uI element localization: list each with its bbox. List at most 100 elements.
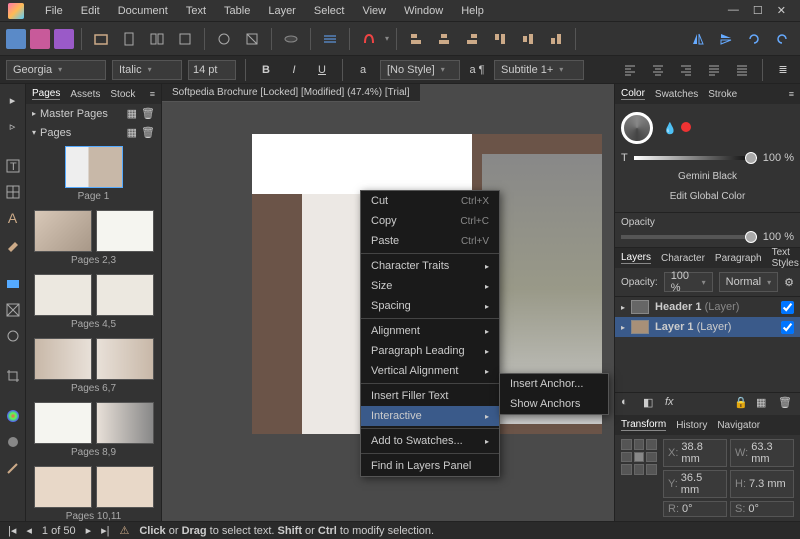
eyedropper-icon[interactable]: 💧 <box>663 122 677 135</box>
text-align-right-icon[interactable] <box>675 59 697 81</box>
open-file-icon[interactable] <box>89 27 113 51</box>
panel-menu-icon[interactable]: ≡ <box>150 89 155 99</box>
preflight-warning-icon[interactable]: ⚠ <box>119 524 129 537</box>
cm-paste[interactable]: PasteCtrl+V <box>361 231 499 251</box>
delete-master-icon[interactable]: 🗑 <box>141 107 155 120</box>
para-style-icon[interactable]: a ¶ <box>466 59 488 81</box>
cm-paragraph-leading[interactable]: Paragraph Leading▸ <box>361 341 499 361</box>
font-family-dropdown[interactable]: Georgia▾ <box>6 60 106 80</box>
list-bullet-icon[interactable]: ≣ <box>772 59 794 81</box>
tab-stock[interactable]: Stock <box>110 89 135 100</box>
page-thumb-5[interactable] <box>96 274 154 316</box>
cm-vertical-alignment[interactable]: Vertical Alignment▸ <box>361 361 499 381</box>
prev-page-icon[interactable]: |◂ <box>8 524 16 537</box>
master-pages-row[interactable]: ▸Master Pages ▦ 🗑 <box>26 104 161 123</box>
align-middle-icon[interactable] <box>516 27 540 51</box>
delete-page-icon[interactable]: 🗑 <box>141 126 155 139</box>
cm-cut[interactable]: CutCtrl+X <box>361 191 499 211</box>
layer-settings-icon[interactable]: ⚙ <box>784 276 794 289</box>
align-right-icon[interactable] <box>460 27 484 51</box>
pen-tool-icon[interactable] <box>3 234 23 254</box>
flip-v-icon[interactable] <box>714 27 738 51</box>
tab-color[interactable]: Color <box>621 88 645 100</box>
page-thumb-2[interactable] <box>34 210 92 252</box>
transform-s-input[interactable]: S:0° <box>730 501 794 517</box>
fill-tool-icon[interactable] <box>3 406 23 426</box>
page-thumb-3[interactable] <box>96 210 154 252</box>
menu-document[interactable]: Document <box>109 2 177 20</box>
move-tool-icon[interactable]: ▸ <box>3 90 23 110</box>
page-thumb-9[interactable] <box>96 402 154 444</box>
rotate-ccw-icon[interactable] <box>742 27 766 51</box>
font-size-input[interactable]: 14 pt <box>188 60 236 80</box>
cm-add-to-swatches[interactable]: Add to Swatches...▸ <box>361 431 499 451</box>
font-style-dropdown[interactable]: Italic▾ <box>112 60 182 80</box>
artistic-text-tool-icon[interactable]: A <box>3 208 23 228</box>
transform-w-input[interactable]: W:63.3 mm <box>730 439 794 467</box>
table-tool-icon[interactable] <box>3 182 23 202</box>
menu-edit[interactable]: Edit <box>72 2 109 20</box>
cm-spacing[interactable]: Spacing▸ <box>361 296 499 316</box>
sm-insert-anchor[interactable]: Insert Anchor... <box>500 374 608 394</box>
page-thumb-8[interactable] <box>34 402 92 444</box>
persona-photo[interactable] <box>54 29 74 49</box>
anchor-grid[interactable] <box>621 439 657 475</box>
document-tab[interactable]: Softpedia Brochure [Locked] [Modified] (… <box>162 84 420 102</box>
tab-pages[interactable]: Pages <box>32 88 60 100</box>
cm-alignment[interactable]: Alignment▸ <box>361 321 499 341</box>
align-left-icon[interactable] <box>404 27 428 51</box>
preflight-icon[interactable] <box>279 27 303 51</box>
color-selector[interactable] <box>621 112 653 144</box>
document-icon[interactable] <box>117 27 141 51</box>
menu-text[interactable]: Text <box>177 2 215 20</box>
transform-y-input[interactable]: Y:36.5 mm <box>663 470 727 498</box>
cm-copy[interactable]: CopyCtrl+C <box>361 211 499 231</box>
edit-global-color-link[interactable]: Edit Global Color <box>621 185 794 208</box>
menu-view[interactable]: View <box>353 2 395 20</box>
prev-icon[interactable]: ◂ <box>26 524 32 537</box>
layer-opacity-dropdown[interactable]: 100 %▾ <box>664 272 713 292</box>
preview-icon[interactable] <box>212 27 236 51</box>
layer-add-icon[interactable]: ▦ <box>756 396 772 412</box>
menu-table[interactable]: Table <box>215 2 259 20</box>
text-align-justify-all-icon[interactable] <box>731 59 753 81</box>
tab-swatches[interactable]: Swatches <box>655 89 698 100</box>
char-style-dropdown[interactable]: [No Style]▾ <box>380 60 460 80</box>
layer-mask-icon[interactable]: ◐ <box>621 396 637 412</box>
menu-help[interactable]: Help <box>452 2 493 20</box>
cm-interactive[interactable]: Interactive▸ <box>361 406 499 426</box>
layer-fx-icon[interactable]: fx <box>665 396 681 412</box>
maximize-icon[interactable]: ☐ <box>753 4 763 17</box>
menu-layer[interactable]: Layer <box>259 2 305 20</box>
brush-tool-icon[interactable] <box>3 458 23 478</box>
menu-select[interactable]: Select <box>305 2 354 20</box>
clip-canvas-icon[interactable] <box>240 27 264 51</box>
layer-visible-checkbox[interactable] <box>781 321 794 334</box>
persona-publisher[interactable] <box>6 29 26 49</box>
menu-window[interactable]: Window <box>395 2 452 20</box>
rectangle-tool-icon[interactable] <box>3 274 23 294</box>
layer-adjust-icon[interactable]: ◧ <box>643 396 659 412</box>
picture-frame-tool-icon[interactable] <box>3 300 23 320</box>
underline-button[interactable]: U <box>311 59 333 81</box>
next-page-icon[interactable]: ▸| <box>101 524 109 537</box>
page-thumb-7[interactable] <box>96 338 154 380</box>
crop-tool-icon[interactable] <box>3 366 23 386</box>
tab-assets[interactable]: Assets <box>70 89 100 100</box>
swatch-dot[interactable] <box>681 122 691 132</box>
add-page-icon[interactable]: ▦ <box>127 126 137 139</box>
frame-text-tool-icon[interactable]: T <box>3 156 23 176</box>
menu-file[interactable]: File <box>36 2 72 20</box>
page-add-icon[interactable] <box>173 27 197 51</box>
shape-tool-icon[interactable] <box>3 326 23 346</box>
minimize-icon[interactable]: — <box>728 4 739 17</box>
char-style-icon[interactable]: a <box>352 59 374 81</box>
next-icon[interactable]: ▸ <box>86 524 92 537</box>
transform-r-input[interactable]: R:0° <box>663 501 727 517</box>
text-align-left-icon[interactable] <box>619 59 641 81</box>
tab-text-styles[interactable]: Text Styles <box>772 247 799 269</box>
tab-character[interactable]: Character <box>661 253 705 264</box>
align-top-icon[interactable] <box>488 27 512 51</box>
cm-character-traits[interactable]: Character Traits▸ <box>361 256 499 276</box>
pages-row[interactable]: ▾Pages ▦ 🗑 <box>26 123 161 142</box>
